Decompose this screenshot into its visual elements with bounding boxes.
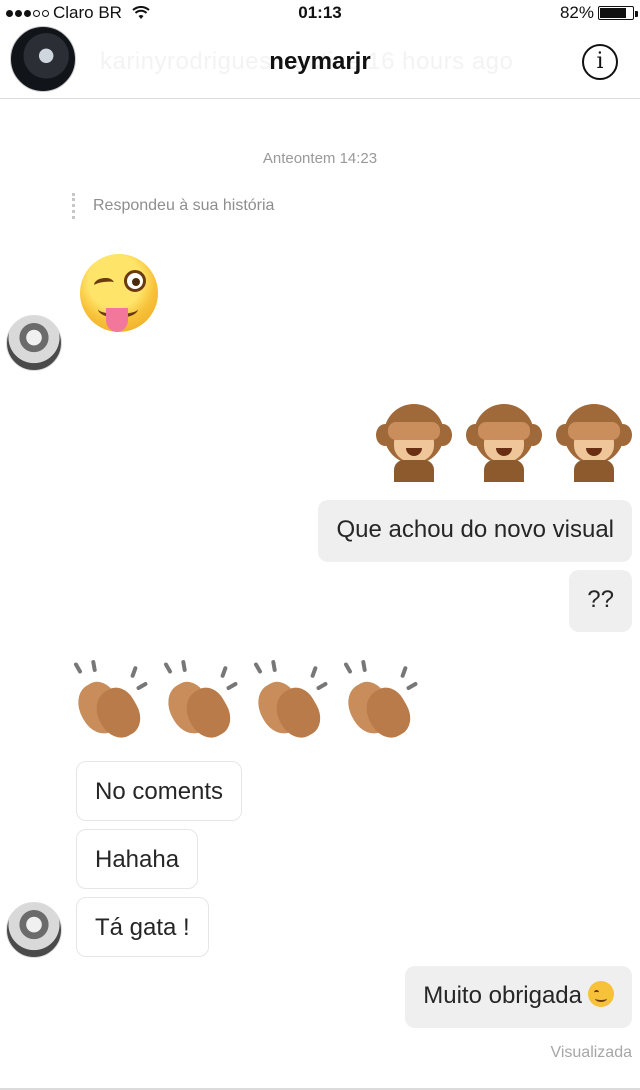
clock: 01:13 (298, 3, 342, 22)
thread-timestamp: Anteontem 14:23 (262, 150, 378, 167)
status-bar: Claro BR 01:13 82% (0, 0, 640, 26)
message-bubble-in[interactable]: No coments (76, 761, 243, 821)
message-bubble-in[interactable]: Hahaha (76, 829, 199, 889)
see-no-evil-monkey-emojis (376, 404, 632, 482)
winking-face-with-tongue-emoji (80, 254, 158, 332)
see-no-evil-monkey-icon (376, 404, 452, 482)
message-text: Muito obrigada (423, 982, 582, 1009)
message-bubble-out[interactable]: Que achou do novo visual (318, 500, 632, 562)
battery-icon (598, 6, 638, 20)
seen-status: Visualizada (550, 1044, 632, 1061)
sender-avatar[interactable] (6, 902, 62, 958)
info-icon[interactable]: i (582, 44, 618, 80)
clapping-hands-icon (69, 659, 149, 745)
battery-fill (600, 8, 626, 18)
message-bubble-in[interactable]: Tá gata ! (76, 897, 209, 957)
clapping-hands-icon (249, 659, 329, 745)
sender-avatar[interactable] (6, 315, 62, 371)
clapping-hands-emojis (69, 659, 419, 745)
message-bubble-out[interactable]: ?? (569, 570, 632, 632)
see-no-evil-monkey-icon (556, 404, 632, 482)
see-no-evil-monkey-icon (466, 404, 542, 482)
chat-header: karinyrodrigues · active 16 hours ago ne… (0, 26, 640, 99)
header-username[interactable]: neymarjr (0, 48, 640, 76)
battery-percent: 82% (559, 3, 594, 22)
story-reply-note[interactable]: Respondeu à sua história (72, 193, 274, 219)
clapping-hands-icon (159, 659, 239, 745)
winking-face-icon (588, 981, 614, 1007)
message-bubble-out[interactable]: Muito obrigada (405, 966, 632, 1028)
status-right: 82% (559, 3, 638, 23)
clapping-hands-icon (339, 659, 419, 745)
